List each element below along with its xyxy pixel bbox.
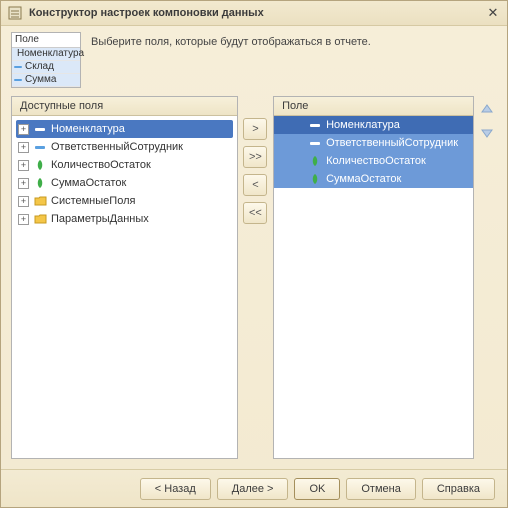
- available-fields-tree[interactable]: + Номенклатура + ОтветственныйСотрудник + Кол…: [12, 116, 237, 232]
- list-item[interactable]: ОтветственныйСотрудник: [274, 134, 473, 152]
- field-type-icon: [33, 122, 47, 136]
- preview-row: Сумма: [12, 74, 80, 87]
- back-button[interactable]: < Назад: [140, 478, 211, 500]
- field-label: СуммаОстаток: [326, 173, 401, 185]
- available-fields-panel: Доступные поля + Номенклатура + Ответственн…: [11, 96, 238, 459]
- list-item[interactable]: Номенклатура: [274, 116, 473, 134]
- add-all-button[interactable]: >>: [243, 146, 267, 168]
- transfer-buttons: > >> < <<: [241, 96, 270, 459]
- report-preview: Поле Номенклатура Склад Сумма: [11, 32, 81, 88]
- field-type-icon: [33, 176, 47, 190]
- field-type-icon: [33, 194, 47, 208]
- titlebar: Конструктор настроек компоновки данных ✕: [1, 1, 507, 26]
- tree-item[interactable]: + КоличествоОстаток: [16, 156, 233, 174]
- selected-fields-list[interactable]: Номенклатура ОтветственныйСотрудник Количе…: [274, 116, 473, 188]
- field-type-icon: [33, 212, 47, 226]
- field-label: ОтветственныйСотрудник: [326, 137, 458, 149]
- tree-item[interactable]: + СистемныеПоля: [16, 192, 233, 210]
- move-down-button[interactable]: [478, 124, 496, 142]
- help-button[interactable]: Справка: [422, 478, 495, 500]
- preview-row: Номенклатура: [12, 48, 80, 61]
- field-type-icon: [308, 118, 322, 132]
- field-label: СистемныеПоля: [51, 195, 135, 207]
- add-button[interactable]: >: [243, 118, 267, 140]
- list-item[interactable]: СуммаОстаток: [274, 170, 473, 188]
- preview-header: Поле: [12, 33, 80, 48]
- cancel-button[interactable]: Отмена: [346, 478, 415, 500]
- expand-icon[interactable]: +: [18, 124, 29, 135]
- field-label: ОтветственныйСотрудник: [51, 141, 183, 153]
- field-type-icon: [33, 158, 47, 172]
- ok-button[interactable]: OK: [294, 478, 340, 500]
- expand-icon[interactable]: +: [18, 160, 29, 171]
- expand-icon[interactable]: +: [18, 196, 29, 207]
- move-up-button[interactable]: [478, 100, 496, 118]
- tree-item[interactable]: + ПараметрыДанных: [16, 210, 233, 228]
- selected-fields-panel: Поле Номенклатура ОтветственныйСотрудник К…: [273, 96, 474, 459]
- field-label: СуммаОстаток: [51, 177, 126, 189]
- app-icon: [7, 5, 23, 21]
- content-row: Доступные поля + Номенклатура + Ответственн…: [1, 96, 507, 469]
- expand-icon[interactable]: +: [18, 214, 29, 225]
- remove-all-button[interactable]: <<: [243, 202, 267, 224]
- field-label: КоличествоОстаток: [326, 155, 426, 167]
- close-button[interactable]: ✕: [485, 5, 501, 21]
- field-label: Номенклатура: [51, 123, 125, 135]
- available-fields-header: Доступные поля: [12, 97, 237, 116]
- tree-item[interactable]: + СуммаОстаток: [16, 174, 233, 192]
- field-type-icon: [308, 136, 322, 150]
- field-type-icon: [308, 154, 322, 168]
- field-type-icon: [308, 172, 322, 186]
- field-label: Номенклатура: [326, 119, 400, 131]
- expand-icon[interactable]: +: [18, 178, 29, 189]
- reorder-arrows: [477, 96, 497, 459]
- tree-item[interactable]: + Номенклатура: [16, 120, 233, 138]
- tree-item[interactable]: + ОтветственныйСотрудник: [16, 138, 233, 156]
- expand-icon[interactable]: +: [18, 142, 29, 153]
- list-item[interactable]: КоличествоОстаток: [274, 152, 473, 170]
- settings-constructor-dialog: Конструктор настроек компоновки данных ✕…: [0, 0, 508, 508]
- remove-button[interactable]: <: [243, 174, 267, 196]
- footer-buttons: < Назад Далее > OK Отмена Справка: [1, 469, 507, 507]
- window-title: Конструктор настроек компоновки данных: [29, 7, 485, 19]
- intro-text: Выберите поля, которые будут отображатьс…: [91, 32, 371, 48]
- preview-row: Склад: [12, 61, 80, 74]
- next-button[interactable]: Далее >: [217, 478, 289, 500]
- selected-fields-header: Поле: [274, 97, 473, 116]
- intro-row: Поле Номенклатура Склад Сумма Выберите п…: [1, 26, 507, 96]
- field-label: КоличествоОстаток: [51, 159, 151, 171]
- field-type-icon: [33, 140, 47, 154]
- field-label: ПараметрыДанных: [51, 213, 149, 225]
